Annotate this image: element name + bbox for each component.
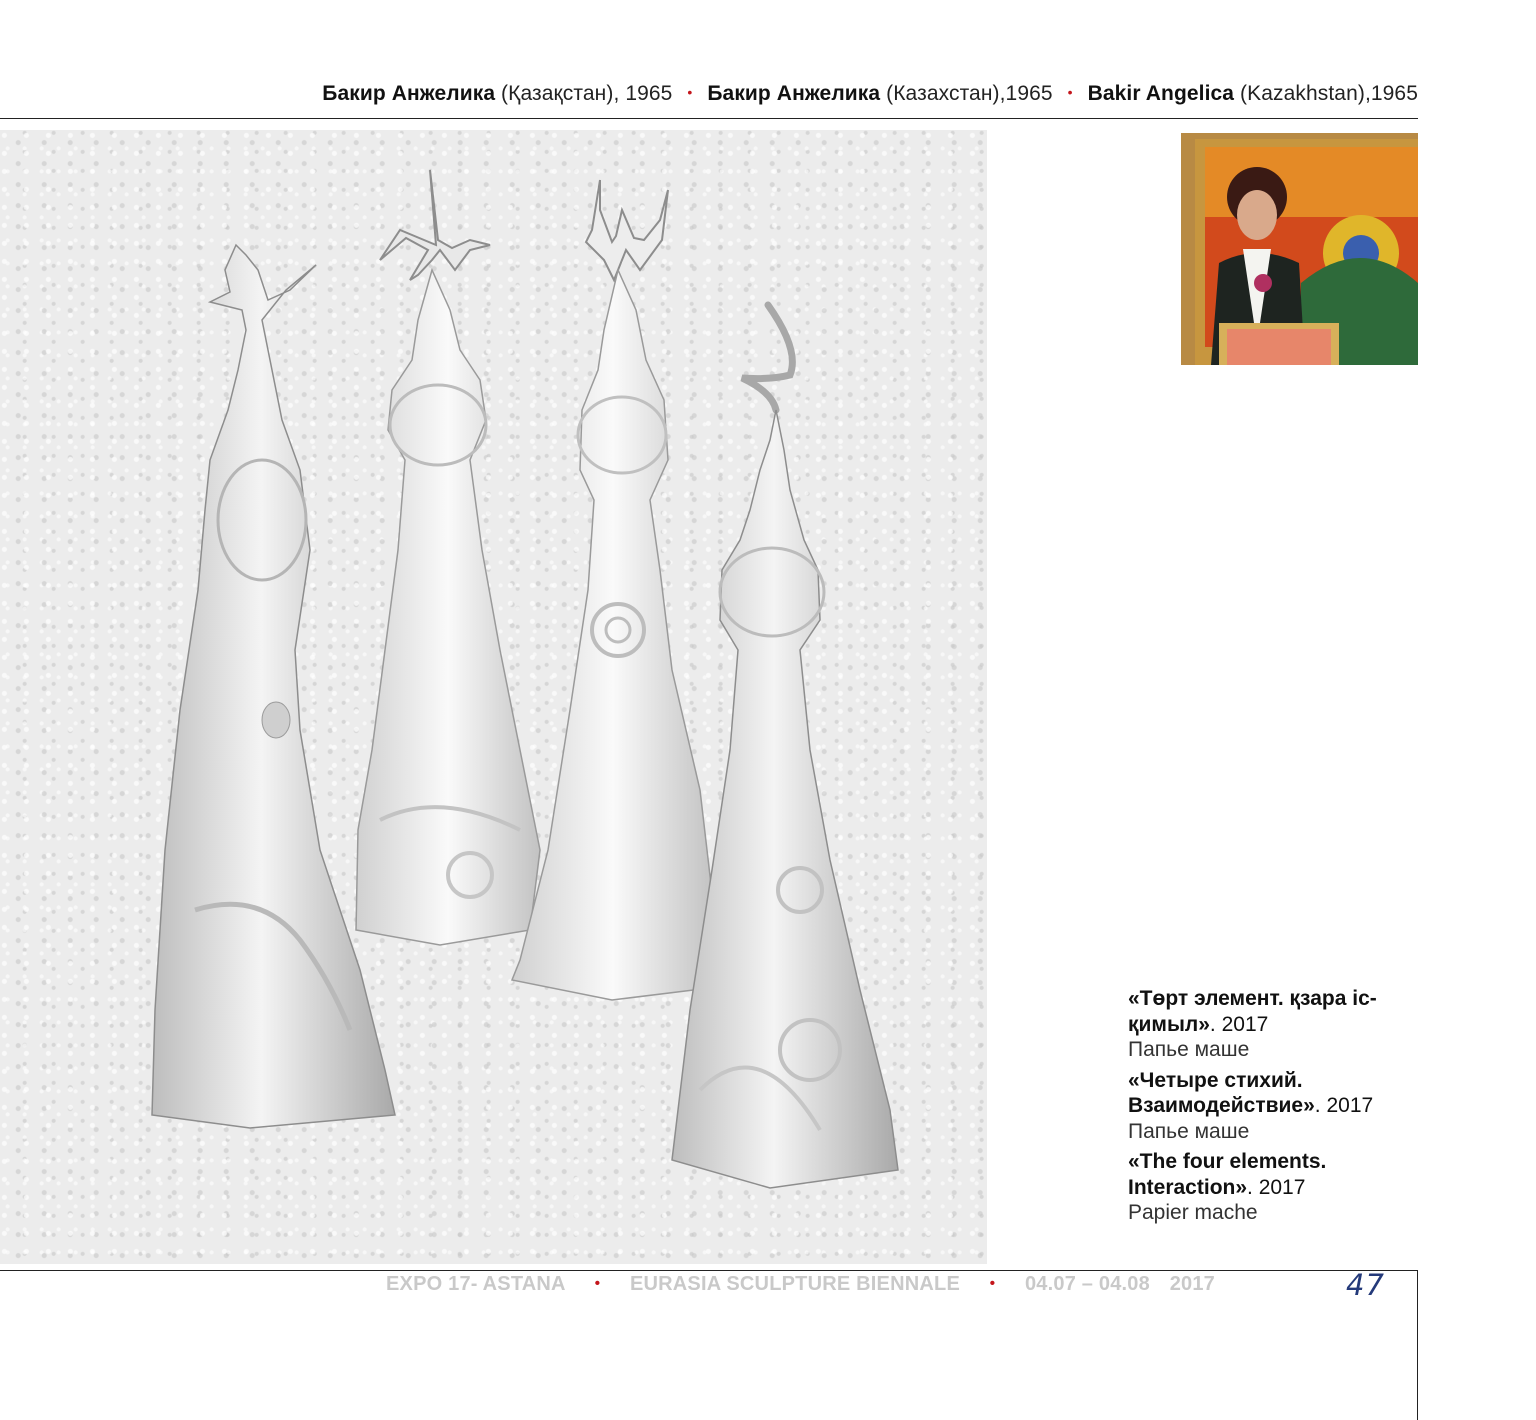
sculpture-4 bbox=[671, 301, 899, 1189]
artwork-captions: «Төрт элемент. қзара іс-қимыл». 2017 Пап… bbox=[1128, 986, 1448, 1231]
artist-meta-ru: (Казахстан),1965 bbox=[886, 82, 1053, 105]
caption-material: Папье маше bbox=[1128, 1038, 1250, 1061]
artist-name-ru: Бакир Анжелика bbox=[707, 82, 881, 105]
footer-separator: • bbox=[594, 1275, 601, 1292]
caption-year: 2017 bbox=[1221, 1012, 1269, 1036]
header-rule bbox=[0, 118, 1418, 119]
sculpture-2 bbox=[355, 169, 541, 946]
footer-separator: • bbox=[989, 1275, 996, 1292]
caption-kk: «Төрт элемент. қзара іс-қимыл». 2017 Пап… bbox=[1128, 987, 1377, 1061]
header-separator: • bbox=[1067, 84, 1073, 100]
portrait-illustration bbox=[1181, 133, 1418, 365]
footer-year: 2017 bbox=[1169, 1273, 1215, 1295]
caption-material: Папье маше bbox=[1128, 1119, 1250, 1143]
sculptures-illustration bbox=[151, 169, 899, 1189]
caption-year: 2017 bbox=[1326, 1094, 1374, 1117]
sculpture-3 bbox=[510, 179, 715, 1001]
caption-en: «The four elements. Interaction». 2017 P… bbox=[1128, 1150, 1327, 1224]
footer-line: EXPO 17- ASTANA • EURASIA SCULPTURE BIEN… bbox=[386, 1273, 1215, 1296]
artist-portrait bbox=[1181, 133, 1418, 365]
caption-material: Papier mache bbox=[1128, 1201, 1258, 1224]
artist-name-kk: Бакир Анжелика bbox=[322, 82, 496, 105]
artist-meta-kk: (Қазақстан), 1965 bbox=[501, 82, 673, 105]
footer-dates: 04.07 – 04.08 bbox=[1024, 1273, 1150, 1295]
header-separator: • bbox=[687, 84, 693, 100]
sculpture-1 bbox=[151, 243, 396, 1129]
caption-year: 2017 bbox=[1258, 1175, 1306, 1199]
footer-expo: EXPO 17- ASTANA bbox=[386, 1273, 565, 1295]
artist-name-en: Bakir Angelica bbox=[1087, 82, 1235, 105]
artist-meta-en: (Kazakhstan),1965 bbox=[1240, 82, 1418, 105]
footer-biennale: EURASIA SCULPTURE BIENNALE bbox=[629, 1273, 960, 1295]
caption-ru: «Четыре стихий. Взаимодействие». 2017 Па… bbox=[1128, 1068, 1374, 1143]
sculpture-photo bbox=[0, 130, 987, 1264]
caption-title: «Четыре стихий. Взаимодействие» bbox=[1128, 1068, 1315, 1118]
artist-header: Бакир Анжелика (Қазақстан), 1965 • Бакир… bbox=[322, 82, 1418, 106]
page-number: 47 bbox=[1346, 1268, 1385, 1302]
